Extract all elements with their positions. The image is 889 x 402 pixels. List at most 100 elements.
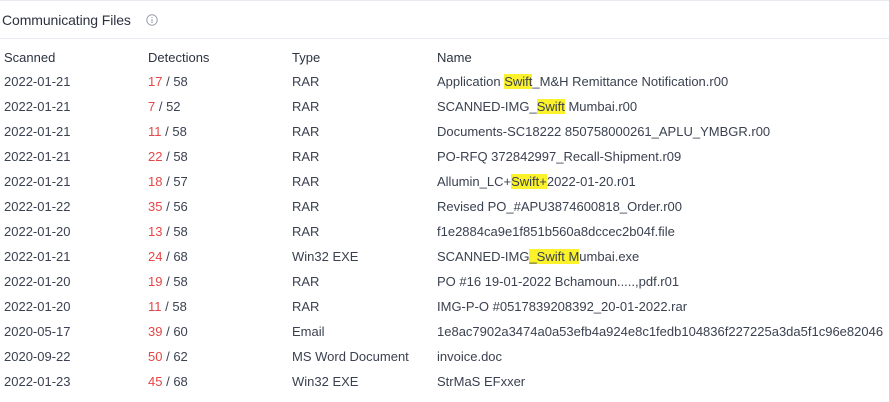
table-row[interactable]: 2022-01-20 13 / 58 RAR f1e2884ca9e1f851b560… <box>0 219 889 244</box>
column-header-detections[interactable]: Detections <box>148 45 292 69</box>
file-name[interactable]: Documents-SC18222 850758000261_APLU_YMBG… <box>437 119 889 144</box>
scanned-date: 2022-01-21 <box>4 149 71 164</box>
section-header: Communicating Files <box>0 1 889 39</box>
scanned-date: 2022-01-21 <box>4 249 71 264</box>
detections-separator: / <box>161 299 173 314</box>
detections-separator: / <box>162 149 174 164</box>
detections-cell: 7 / 52 <box>148 94 292 119</box>
file-name-text: Mumbai.r00 <box>564 99 638 114</box>
table-row[interactable]: 2022-01-20 11 / 58 RAR IMG-P-O #05178392083… <box>0 294 889 319</box>
file-type: Win32 EXE <box>292 374 359 389</box>
file-name-text: Documents-SC18222 850758000261_APLU_YMBG… <box>437 124 771 139</box>
file-name-text: 1e8ac7902a3474a0a53efb4a924e8c1fedb10483… <box>437 324 884 339</box>
file-name[interactable]: PO-RFQ 372842997_Recall-Shipment.r09 <box>437 144 889 169</box>
detections-separator: / <box>162 174 174 189</box>
table-body: 2022-01-21 17 / 58 RAR Application Swift_M&… <box>0 69 889 394</box>
detections-positive: 24 <box>148 249 163 264</box>
table-row[interactable]: 2022-01-21 7 / 52 RAR SCANNED-IMG_Swift Mum… <box>0 94 889 119</box>
scanned-date: 2022-01-22 <box>4 199 71 214</box>
table-row[interactable]: 2020-05-17 39 / 60 Email 1e8ac7902a3474a0a5… <box>0 319 889 344</box>
detections-separator: / <box>162 199 174 214</box>
file-name[interactable]: Allumin_LC+Swift+2022-01-20.r01 <box>437 169 889 194</box>
scanned-date: 2022-01-20 <box>4 274 71 289</box>
file-name[interactable]: SCANNED-IMG_Swift Mumbai.r00 <box>437 94 889 119</box>
file-name[interactable]: PO #16 19-01-2022 Bchamoun.....,pdf.r01 <box>437 269 889 294</box>
detections-total: 52 <box>166 99 181 114</box>
detections-total: 56 <box>173 199 188 214</box>
detections-separator: / <box>162 249 174 264</box>
highlighted-match: Swift+ <box>511 174 547 189</box>
file-name[interactable]: IMG-P-O #0517839208392_20-01-2022.rar <box>437 294 889 319</box>
detections-cell: 24 / 68 <box>148 244 292 269</box>
scanned-date: 2022-01-20 <box>4 224 71 239</box>
detections-total: 58 <box>173 74 188 89</box>
detections-separator: / <box>162 74 174 89</box>
info-circle-icon[interactable] <box>146 14 158 26</box>
detections-total: 58 <box>172 124 187 139</box>
file-name[interactable]: StrMaS EFxxer <box>437 369 889 394</box>
detections-cell: 19 / 58 <box>148 269 292 294</box>
detections-cell: 17 / 58 <box>148 69 292 94</box>
highlighted-match: _Swift M <box>529 249 580 264</box>
detections-separator: / <box>162 274 174 289</box>
file-name-text: f1e2884ca9e1f851b560a8dccec2b04f.file <box>437 224 675 239</box>
detections-total: 62 <box>173 349 188 364</box>
detections-positive: 11 <box>148 124 162 139</box>
file-name-text: umbai.exe <box>579 249 640 264</box>
detections-positive: 11 <box>148 299 162 314</box>
table-row[interactable]: 2022-01-21 22 / 58 RAR PO-RFQ 372842997_Rec… <box>0 144 889 169</box>
scanned-date: 2020-09-22 <box>4 349 71 364</box>
detections-total: 68 <box>173 374 188 389</box>
file-type: RAR <box>292 74 320 89</box>
file-name[interactable]: 1e8ac7902a3474a0a53efb4a924e8c1fedb10483… <box>437 319 889 344</box>
file-type: RAR <box>292 149 320 164</box>
detections-total: 58 <box>173 274 188 289</box>
section-title: Communicating Files <box>2 12 131 28</box>
table-row[interactable]: 2022-01-21 24 / 68 Win32 EXE SCANNED-IMG_Sw… <box>0 244 889 269</box>
table-row[interactable]: 2022-01-23 45 / 68 Win32 EXE StrMaS EFxxer <box>0 369 889 394</box>
file-type: RAR <box>292 274 320 289</box>
file-name-text: PO-RFQ 372842997_Recall-Shipment.r09 <box>437 149 682 164</box>
file-name-text: SCANNED-IMG <box>437 249 530 264</box>
detections-cell: 18 / 57 <box>148 169 292 194</box>
detections-cell: 39 / 60 <box>148 319 292 344</box>
column-header-scanned[interactable]: Scanned <box>0 45 148 69</box>
highlighted-match: Swift <box>536 99 565 114</box>
file-name[interactable]: Application Swift_M&H Remittance Notific… <box>437 69 889 94</box>
detections-cell: 45 / 68 <box>148 369 292 394</box>
table-row[interactable]: 2020-09-22 50 / 62 MS Word Document invoice… <box>0 344 889 369</box>
column-header-type[interactable]: Type <box>292 45 437 69</box>
table-row[interactable]: 2022-01-21 18 / 57 RAR Allumin_LC+Swift+202… <box>0 169 889 194</box>
table-row[interactable]: 2022-01-22 35 / 56 RAR Revised PO_#APU38746… <box>0 194 889 219</box>
table-row[interactable]: 2022-01-20 19 / 58 RAR PO #16 19-01-2022 Bc… <box>0 269 889 294</box>
file-type: RAR <box>292 299 320 314</box>
file-type: MS Word Document <box>292 349 409 364</box>
scanned-date: 2022-01-21 <box>4 124 71 139</box>
file-name[interactable]: f1e2884ca9e1f851b560a8dccec2b04f.file <box>437 219 889 244</box>
communicating-files-table: Scanned Detections Type Name 2022-01-21 1… <box>0 45 889 394</box>
detections-positive: 19 <box>148 274 163 289</box>
table-row[interactable]: 2022-01-21 11 / 58 RAR Documents-SC18222 85… <box>0 119 889 144</box>
detections-separator: / <box>162 349 174 364</box>
detections-separator: / <box>162 374 174 389</box>
file-type: RAR <box>292 174 320 189</box>
detections-total: 68 <box>173 249 188 264</box>
file-name[interactable]: SCANNED-IMG_Swift Mumbai.exe <box>437 244 889 269</box>
detections-positive: 22 <box>148 149 163 164</box>
file-name[interactable]: Revised PO_#APU3874600818_Order.r00 <box>437 194 889 219</box>
file-name-text: _M&H Remittance Notification.r00 <box>532 74 729 89</box>
scanned-date: 2020-05-17 <box>4 324 71 339</box>
detections-cell: 50 / 62 <box>148 344 292 369</box>
table-header-row: Scanned Detections Type Name <box>0 45 889 69</box>
detections-cell: 35 / 56 <box>148 194 292 219</box>
column-header-name[interactable]: Name <box>437 45 889 69</box>
file-name-text: Revised PO_#APU3874600818_Order.r00 <box>437 199 682 214</box>
scanned-date: 2022-01-20 <box>4 299 71 314</box>
detections-total: 58 <box>172 299 187 314</box>
file-name-text: IMG-P-O #0517839208392_20-01-2022.rar <box>437 299 688 314</box>
file-name-text: StrMaS EFxxer <box>437 374 526 389</box>
detections-cell: 22 / 58 <box>148 144 292 169</box>
file-name[interactable]: invoice.doc <box>437 344 889 369</box>
highlighted-match: Swift <box>504 74 533 89</box>
table-row[interactable]: 2022-01-21 17 / 58 RAR Application Swift_M&… <box>0 69 889 94</box>
